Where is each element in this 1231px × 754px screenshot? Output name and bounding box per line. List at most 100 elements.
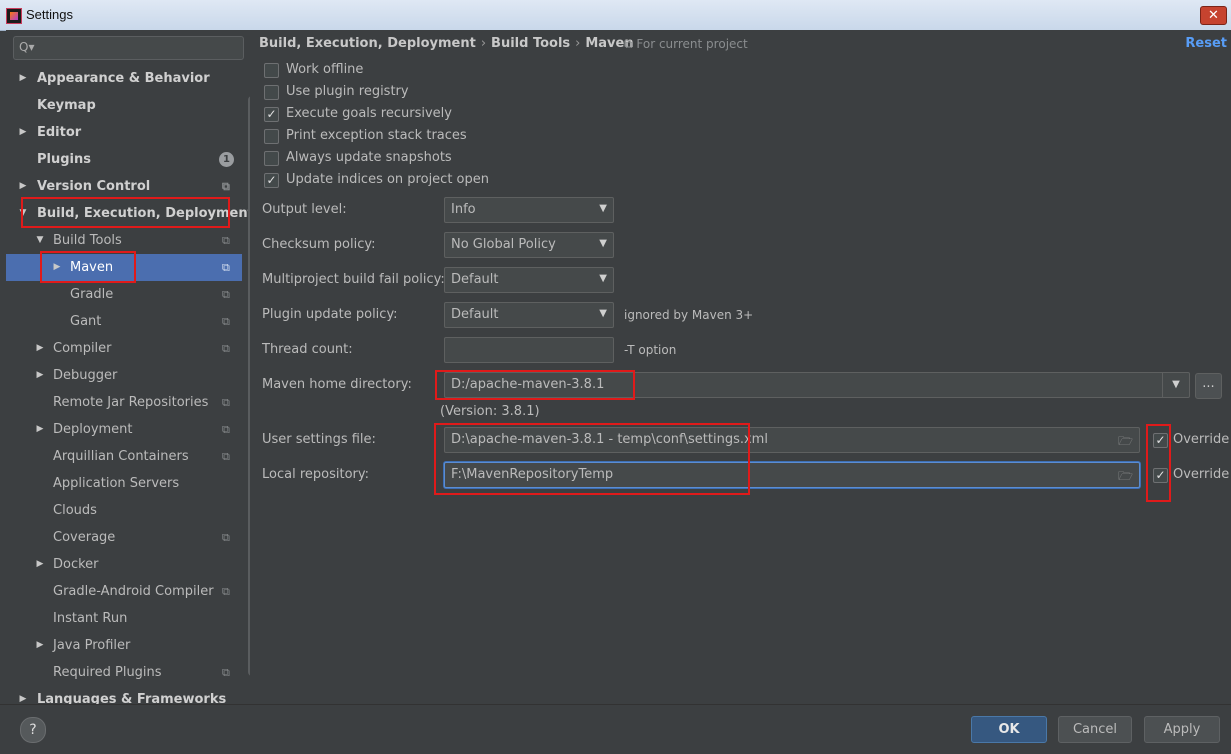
sidebar-item-application-servers[interactable]: Application Servers (6, 470, 242, 497)
execute-goals-recursively-checkbox[interactable]: ✓ (264, 107, 279, 122)
local-repository-input[interactable]: F:\MavenRepositoryTemp 🗁 (444, 462, 1140, 488)
expand-right-icon[interactable]: ▶ (35, 416, 45, 443)
settings-tree: ▶ Appearance & Behavior Keymap ▶ Editor Plugi… (6, 65, 250, 704)
sidebar-item-deployment[interactable]: ▶ Deployment ⧉ (6, 416, 242, 443)
sidebar-item-label: Java Profiler (53, 638, 131, 653)
plugin-update-policy-select[interactable]: Default ▼ (444, 302, 614, 328)
execute-goals-recursively-label: Execute goals recursively (286, 106, 452, 121)
close-window-button[interactable]: ✕ (1200, 6, 1227, 25)
local-repository-override-checkbox[interactable]: ✓ (1153, 468, 1168, 483)
project-scope-icon: ⧉ (222, 234, 230, 247)
local-repository-value: F:\MavenRepositoryTemp (451, 467, 614, 482)
use-plugin-registry-checkbox[interactable] (264, 85, 279, 100)
thread-count-input[interactable] (444, 337, 614, 363)
expand-down-icon[interactable]: ▼ (18, 200, 28, 227)
always-update-snapshots-checkbox[interactable] (264, 151, 279, 166)
sidebar-item-version-control[interactable]: ▶ Version Control ⧉ (6, 173, 242, 200)
sidebar-item-build-tools[interactable]: ▼ Build Tools ⧉ (6, 227, 242, 254)
sidebar-item-build-execution-deployment[interactable]: ▼ Build, Execution, Deployment (6, 200, 250, 227)
expand-right-icon[interactable]: ▶ (35, 362, 45, 389)
title-bar: Settings ✕ (0, 0, 1231, 31)
sidebar-item-required-plugins[interactable]: Required Plugins ⧉ (6, 659, 242, 686)
expand-down-icon[interactable]: ▼ (35, 227, 45, 254)
override-label: Override (1173, 432, 1230, 447)
project-scope-icon: ⧉ (222, 450, 230, 463)
sidebar-item-gant[interactable]: Gant ⧉ (6, 308, 242, 335)
expand-right-icon[interactable]: ▶ (35, 551, 45, 578)
sidebar-item-label: Application Servers (53, 476, 180, 491)
work-offline-checkbox[interactable] (264, 63, 279, 78)
expand-right-icon[interactable]: ▶ (52, 254, 62, 281)
user-settings-override-checkbox[interactable]: ✓ (1153, 433, 1168, 448)
intellij-app-icon (6, 8, 22, 24)
maven-home-select[interactable]: D:/apache-maven-3.8.1 ▼ (444, 372, 1190, 398)
use-plugin-registry-label: Use plugin registry (286, 84, 409, 99)
ok-button[interactable]: OK (971, 716, 1047, 743)
sidebar-item-label: Gradle (70, 287, 114, 302)
plugin-update-hint: ignored by Maven 3+ (624, 308, 754, 322)
sidebar-item-editor[interactable]: ▶ Editor (6, 119, 242, 146)
help-button[interactable]: ? (20, 717, 46, 743)
dropdown-arrow-icon[interactable]: ▼ (1162, 373, 1189, 397)
thread-count-label: Thread count: (262, 342, 353, 357)
project-scope-icon: ⧉ (624, 37, 637, 51)
sidebar-item-compiler[interactable]: ▶ Compiler ⧉ (6, 335, 242, 362)
cancel-button[interactable]: Cancel (1058, 716, 1132, 743)
sidebar-item-debugger[interactable]: ▶ Debugger (6, 362, 242, 389)
sidebar-item-appearance-behavior[interactable]: ▶ Appearance & Behavior (6, 65, 242, 92)
project-scope-icon: ⧉ (222, 342, 230, 355)
expand-right-icon[interactable]: ▶ (35, 335, 45, 362)
sidebar-item-gradle[interactable]: Gradle ⧉ (6, 281, 242, 308)
breadcrumb-separator: › (575, 36, 581, 51)
sidebar-item-label: Coverage (53, 530, 116, 545)
local-repository-label: Local repository: (262, 467, 369, 482)
sidebar-item-label: Debugger (53, 368, 118, 383)
multiproject-fail-policy-value: Default (451, 272, 499, 287)
sidebar-item-arquillian-containers[interactable]: Arquillian Containers ⧉ (6, 443, 242, 470)
sidebar-item-label: Editor (37, 125, 82, 140)
thread-count-hint: -T option (624, 343, 677, 357)
dropdown-arrow-icon: ▼ (599, 203, 607, 214)
apply-button[interactable]: Apply (1144, 716, 1220, 743)
sidebar-item-docker[interactable]: ▶ Docker (6, 551, 242, 578)
output-level-label: Output level: (262, 202, 347, 217)
sidebar-item-clouds[interactable]: Clouds (6, 497, 242, 524)
sidebar-item-remote-jar-repositories[interactable]: Remote Jar Repositories ⧉ (6, 389, 242, 416)
settings-search-input[interactable]: Q▾ (13, 36, 244, 60)
breadcrumb: Build, Execution, Deployment › Build Tools… (259, 36, 634, 51)
user-settings-label: User settings file: (262, 432, 376, 447)
reset-link[interactable]: Reset (1185, 36, 1227, 51)
maven-home-value: D:/apache-maven-3.8.1 (451, 377, 605, 392)
sidebar-item-label: Arquillian Containers (53, 449, 189, 464)
sidebar-item-languages-frameworks[interactable]: ▶ Languages & Frameworks (6, 686, 242, 704)
sidebar-item-label: Required Plugins (53, 665, 162, 680)
expand-right-icon[interactable]: ▶ (18, 173, 28, 200)
sidebar-item-instant-run[interactable]: Instant Run (6, 605, 242, 632)
update-indices-checkbox[interactable]: ✓ (264, 173, 279, 188)
update-indices-label: Update indices on project open (286, 172, 489, 187)
search-icon: Q▾ (19, 40, 35, 54)
sidebar-item-coverage[interactable]: Coverage ⧉ (6, 524, 242, 551)
project-scope-icon: ⧉ (222, 666, 230, 679)
sidebar-item-label: Appearance & Behavior (37, 71, 210, 86)
print-stack-traces-checkbox[interactable] (264, 129, 279, 144)
folder-icon[interactable]: 🗁 (1118, 467, 1133, 488)
sidebar-item-java-profiler[interactable]: ▶ Java Profiler (6, 632, 242, 659)
multiproject-fail-policy-select[interactable]: Default ▼ (444, 267, 614, 293)
sidebar-item-label: Compiler (53, 341, 112, 356)
sidebar-item-keymap[interactable]: Keymap (6, 92, 242, 119)
expand-right-icon[interactable]: ▶ (35, 632, 45, 659)
sidebar-item-gradle-android-compiler[interactable]: Gradle-Android Compiler ⧉ (6, 578, 242, 605)
folder-icon[interactable]: 🗁 (1118, 432, 1133, 453)
breadcrumb-item: Build Tools (491, 36, 571, 51)
output-level-select[interactable]: Info ▼ (444, 197, 614, 223)
sidebar-item-plugins[interactable]: Plugins 1 (6, 146, 242, 173)
expand-right-icon[interactable]: ▶ (18, 686, 28, 704)
expand-right-icon[interactable]: ▶ (18, 65, 28, 92)
expand-right-icon[interactable]: ▶ (18, 119, 28, 146)
user-settings-input[interactable]: D:\apache-maven-3.8.1 - temp\conf\settin… (444, 427, 1140, 453)
sidebar-item-label: Build, Execution, Deployment (37, 206, 250, 221)
checksum-policy-select[interactable]: No Global Policy ▼ (444, 232, 614, 258)
sidebar-item-maven[interactable]: ▶ Maven ⧉ (6, 254, 242, 281)
browse-maven-home-button[interactable]: ... (1195, 373, 1222, 399)
